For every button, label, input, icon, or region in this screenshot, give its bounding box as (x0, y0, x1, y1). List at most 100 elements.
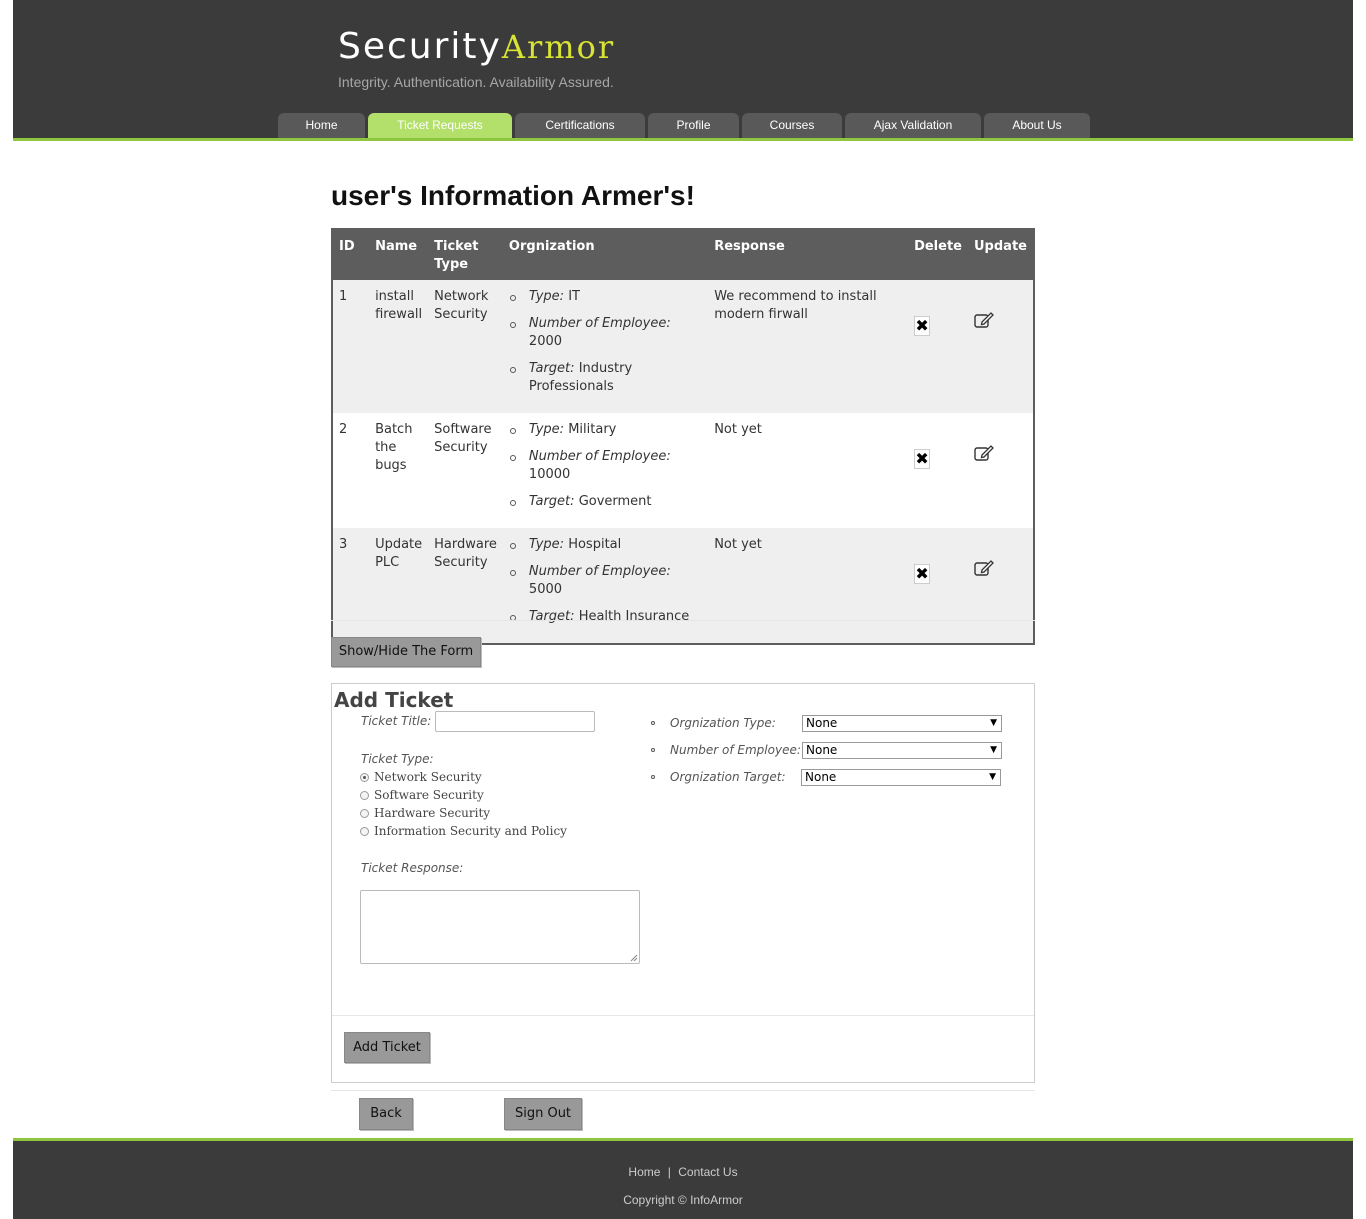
org-type-field-label: Orgnization Type: (670, 716, 776, 730)
nav-tab-ticket-requests[interactable]: Ticket Requests (368, 113, 512, 138)
radio-button[interactable] (360, 826, 369, 836)
cell-delete: ✖ (908, 280, 968, 413)
org-target-label: Target: (528, 494, 575, 509)
cell-id: 3 (332, 528, 370, 644)
radio-network-security[interactable]: Network Security (360, 770, 482, 784)
radio-label: Information Security and Policy (374, 824, 567, 838)
main-nav: Home Ticket Requests Certifications Prof… (278, 113, 1093, 138)
org-type-select[interactable]: None ▼ (802, 715, 1002, 732)
org-employees-item: Number of Employee: 2000 (509, 315, 702, 351)
org-employees-value: 10000 (528, 467, 571, 482)
bullet-icon (651, 721, 655, 725)
table-header-row: ID Name Ticket Type Orgnization Response… (332, 229, 1034, 280)
nav-tab-courses[interactable]: Courses (742, 113, 842, 138)
cell-ticket-type: Software Security (428, 413, 503, 528)
col-header-update: Update (968, 229, 1034, 280)
cell-update (968, 413, 1034, 528)
dropdown-arrow-icon: ▼ (989, 772, 996, 782)
col-header-ticket-type: Ticket Type (428, 229, 503, 280)
org-type-item: Type: IT (509, 288, 702, 306)
bullet-icon (651, 748, 655, 752)
org-type-value: IT (568, 289, 580, 304)
edit-icon[interactable] (974, 560, 994, 582)
org-type-value: Hospital (568, 537, 622, 552)
delete-icon[interactable]: ✖ (914, 316, 931, 336)
org-target-item: Target: Health Insurance (509, 608, 702, 626)
radio-label: Software Security (374, 788, 484, 802)
radio-button[interactable] (360, 790, 369, 800)
tickets-table: ID Name Ticket Type Orgnization Response… (331, 228, 1035, 645)
dropdown-arrow-icon: ▼ (990, 745, 997, 755)
cell-id: 1 (332, 280, 370, 413)
add-ticket-button[interactable]: Add Ticket (344, 1032, 430, 1063)
cell-id: 2 (332, 413, 370, 528)
toggle-form-button[interactable]: Show/Hide The Form (331, 637, 481, 667)
edit-icon[interactable] (974, 445, 994, 467)
org-type-item: Type: Hospital (509, 536, 702, 554)
org-type-label: Type: (528, 537, 565, 552)
sign-out-button[interactable]: Sign Out (504, 1098, 582, 1130)
radio-software-security[interactable]: Software Security (360, 788, 484, 802)
employees-field-label: Number of Employee: (670, 743, 801, 757)
radio-button[interactable] (360, 772, 369, 782)
ticket-response-textarea[interactable] (360, 890, 640, 964)
logo-word-security: Security (338, 26, 502, 67)
col-header-organization: Orgnization (502, 229, 709, 280)
org-type-value: Military (568, 422, 617, 437)
nav-tab-home[interactable]: Home (278, 113, 365, 138)
cell-delete: ✖ (908, 413, 968, 528)
org-target-label: Target: (528, 609, 575, 624)
radio-information-security[interactable]: Information Security and Policy (360, 824, 567, 838)
radio-button[interactable] (360, 808, 369, 818)
org-type-item: Type: Military (509, 421, 702, 439)
org-employees-label: Number of Employee: (528, 449, 671, 464)
cell-response: Not yet (708, 528, 909, 644)
cell-name: Batch the bugs (369, 413, 429, 528)
nav-tab-ajax-validation[interactable]: Ajax Validation (845, 113, 981, 138)
select-value: None (805, 770, 837, 784)
delete-icon[interactable]: ✖ (914, 449, 931, 469)
site-footer: Home | Contact Us Copyright © InfoArmor (13, 1138, 1353, 1219)
select-value: None (806, 743, 838, 757)
form-divider (332, 1015, 1034, 1016)
ticket-response-label: Ticket Response: (361, 861, 464, 875)
page-title: user's Information Armer's! (331, 180, 695, 211)
resize-handle-icon[interactable] (630, 954, 638, 962)
col-header-id: ID (332, 229, 370, 280)
form-title: Add Ticket (334, 688, 454, 712)
select-value: None (806, 716, 838, 730)
org-employees-label: Number of Employee: (528, 564, 671, 579)
org-employees-item: Number of Employee: 5000 (509, 563, 702, 599)
divider (331, 620, 1035, 621)
site-tagline: Integrity. Authentication. Availability … (338, 74, 614, 90)
delete-icon[interactable]: ✖ (914, 564, 931, 584)
cell-ticket-type: Network Security (428, 280, 503, 413)
ticket-title-input[interactable] (435, 711, 595, 732)
edit-icon[interactable] (974, 312, 994, 334)
target-select[interactable]: None ▼ (801, 769, 1001, 786)
back-button[interactable]: Back (359, 1098, 413, 1130)
site-header: SecurityArmor Integrity. Authentication.… (13, 0, 1353, 141)
radio-label: Network Security (374, 770, 482, 784)
table-row: 3 Update PLC Hardware Security Type: Hos… (332, 528, 1034, 644)
radio-hardware-security[interactable]: Hardware Security (360, 806, 490, 820)
footer-link-contact[interactable]: Contact Us (678, 1165, 737, 1179)
footer-copyright: Copyright © InfoArmor (623, 1193, 743, 1207)
org-target-label: Target: (528, 361, 575, 376)
target-field-label: Orgnization Target: (670, 770, 786, 784)
cell-response: Not yet (708, 413, 909, 528)
nav-tab-certifications[interactable]: Certifications (515, 113, 645, 138)
ticket-title-label: Ticket Title: (361, 714, 432, 728)
logo-word-armor: Armor (501, 28, 616, 66)
site-logo[interactable]: SecurityArmor (338, 26, 615, 67)
dropdown-arrow-icon: ▼ (990, 718, 997, 728)
nav-tab-profile[interactable]: Profile (648, 113, 739, 138)
col-header-name: Name (369, 229, 429, 280)
ticket-type-label: Ticket Type: (361, 752, 434, 766)
cell-organization: Type: Military Number of Employee: 10000… (502, 413, 709, 528)
cell-update (968, 528, 1034, 644)
cell-organization: Type: IT Number of Employee: 2000 Target… (502, 280, 709, 413)
nav-tab-about-us[interactable]: About Us (984, 113, 1090, 138)
footer-link-home[interactable]: Home (628, 1165, 660, 1179)
employees-select[interactable]: None ▼ (802, 742, 1002, 759)
